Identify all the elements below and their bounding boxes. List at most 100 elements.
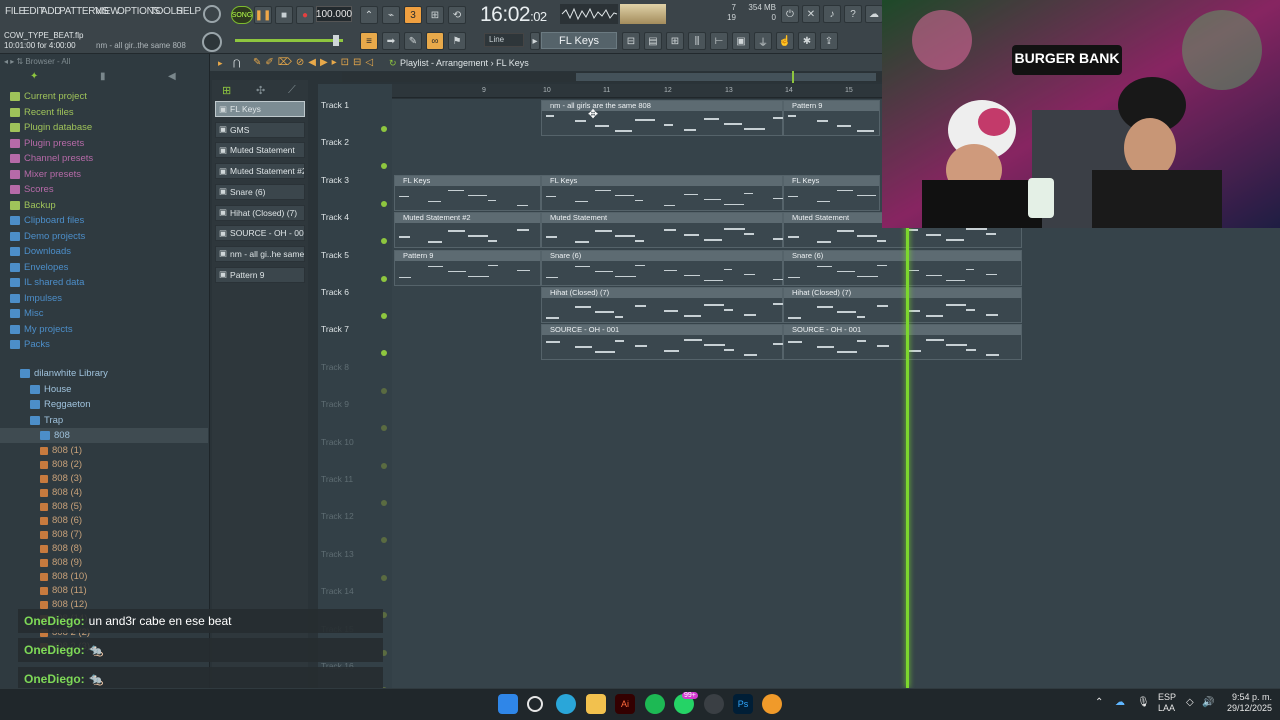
- arrangement-clip[interactable]: Pattern 9: [783, 100, 880, 136]
- browser-item[interactable]: My projects: [0, 322, 208, 337]
- link-icon[interactable]: ∞: [426, 32, 444, 50]
- picker-icon[interactable]: ⊞: [222, 84, 231, 97]
- wifi-icon[interactable]: ◇: [1186, 697, 1194, 708]
- tempo-knob-icon[interactable]: [203, 5, 221, 23]
- wait-icon[interactable]: ⌁: [382, 6, 400, 24]
- arrangement-clip[interactable]: Hihat (Closed) (7): [783, 287, 1022, 323]
- play-arrow-icon[interactable]: ▸: [530, 32, 540, 50]
- tools-icon[interactable]: ✕: [802, 5, 820, 23]
- channel-button[interactable]: ▣ Muted Statement: [215, 142, 305, 159]
- browser-file[interactable]: 808 (11): [0, 583, 208, 598]
- plug-icon[interactable]: ⏚: [754, 32, 772, 50]
- arrangement-clip[interactable]: Muted Statement #2: [394, 212, 541, 249]
- browser-file[interactable]: 808 (3): [0, 471, 208, 486]
- playlist-icon[interactable]: ≡: [360, 32, 378, 50]
- export-icon[interactable]: ⇪: [820, 32, 838, 50]
- breadcrumb-arrangement[interactable]: Playlist - Arrangement: [400, 58, 488, 68]
- track-name[interactable]: Track 7: [321, 324, 391, 360]
- arrangement-clip[interactable]: Snare (6): [783, 249, 1022, 286]
- browser-item[interactable]: Packs: [0, 337, 208, 352]
- step-icon[interactable]: ⊞: [426, 6, 444, 24]
- breadcrumb-pattern[interactable]: FL Keys: [496, 58, 529, 68]
- browser-item[interactable]: Channel presets: [0, 151, 208, 166]
- cloud-icon[interactable]: ☁: [865, 5, 883, 23]
- browser-folder[interactable]: Reggaeton: [0, 397, 208, 412]
- master-volume-slider[interactable]: [235, 39, 343, 42]
- arrangement-clip[interactable]: Hihat (Closed) (7): [541, 287, 788, 323]
- menu-help[interactable]: HELP: [176, 6, 201, 20]
- clock[interactable]: 9:54 p. m. 29/12/2025: [1220, 692, 1272, 714]
- channel-button[interactable]: ▣ Pattern 9: [215, 266, 305, 283]
- browser-item[interactable]: Envelopes: [0, 260, 208, 275]
- browser-nav-icon[interactable]: ◂ ▸ ⇅: [4, 57, 25, 66]
- browser-item[interactable]: Recent files: [0, 105, 208, 120]
- arrangement-clip[interactable]: SOURCE - OH - 001: [541, 324, 789, 361]
- browser-item[interactable]: Plugin database: [0, 120, 208, 135]
- track-mute-led[interactable]: [381, 313, 387, 319]
- arrangement-clip[interactable]: FL Keys: [783, 174, 880, 211]
- browser-file[interactable]: 808 (1): [0, 443, 208, 458]
- track-mute-led[interactable]: [381, 200, 387, 207]
- arrangement-clip[interactable]: FL Keys: [394, 174, 541, 211]
- track-mute-led[interactable]: [381, 275, 387, 282]
- snap-selector[interactable]: Line: [484, 33, 524, 47]
- edge-icon[interactable]: [556, 694, 576, 714]
- playlist-play-icon[interactable]: ↻: [389, 58, 397, 69]
- arrangement-clip[interactable]: nm - all girls are the same 808: [541, 100, 783, 136]
- piano-roll-icon[interactable]: ⊞: [666, 32, 684, 50]
- mixer-faders-icon[interactable]: ⫼: [688, 32, 706, 50]
- browser-folder[interactable]: dilanwhite Library: [0, 366, 208, 381]
- stamp-icon[interactable]: ⚑: [448, 32, 466, 50]
- photoshop-icon[interactable]: Ps: [733, 694, 753, 714]
- browser-item[interactable]: Downloads: [0, 244, 208, 259]
- onedrive-icon[interactable]: ☁: [1115, 697, 1125, 708]
- arrangement-clip[interactable]: FL Keys: [541, 174, 785, 211]
- browser-item[interactable]: IL shared data: [0, 275, 208, 290]
- pencil-icon[interactable]: ✎: [404, 32, 422, 50]
- file-explorer-icon[interactable]: [586, 694, 606, 714]
- arrangement-clip[interactable]: Pattern 9: [394, 249, 541, 286]
- magnet-icon[interactable]: ⋂: [233, 58, 240, 69]
- browser-item[interactable]: Misc: [0, 306, 208, 321]
- track-name[interactable]: Track 2: [321, 137, 391, 173]
- mixer-icon[interactable]: ⊟: [622, 32, 640, 50]
- channel-button[interactable]: ▣ FL Keys: [215, 101, 305, 117]
- tray-chevron-icon[interactable]: ⌃: [1095, 697, 1103, 708]
- volume-icon[interactable]: 🔊: [1202, 697, 1214, 708]
- play-pause-button[interactable]: ❚❚: [254, 6, 272, 24]
- channel-button[interactable]: ▣ Snare (6): [215, 183, 305, 200]
- browser-item[interactable]: Clipboard files: [0, 213, 208, 228]
- fl-studio-icon[interactable]: [762, 694, 782, 714]
- track-mute-led[interactable]: [381, 462, 387, 469]
- browser-file[interactable]: 808 (5): [0, 499, 208, 514]
- browser-file[interactable]: 808 (9): [0, 555, 208, 570]
- tempo-display[interactable]: 100.000: [316, 6, 352, 22]
- track-name[interactable]: Track 4: [321, 212, 391, 248]
- power-icon[interactable]: ⏻: [781, 5, 799, 23]
- channel-button[interactable]: ▣ SOURCE - OH - 001: [215, 225, 305, 242]
- browser-file[interactable]: 808 (6): [0, 513, 208, 528]
- track-mute-led[interactable]: [381, 500, 387, 506]
- master-pitch-knob-icon[interactable]: [202, 32, 222, 52]
- pattern-selector[interactable]: FL Keys: [541, 32, 617, 49]
- illustrator-icon[interactable]: Ai: [615, 694, 635, 714]
- arrangement-clip[interactable]: SOURCE - OH - 001: [783, 324, 1022, 361]
- mic-tray-icon[interactable]: 🎙: [1137, 697, 1150, 708]
- arrangement-clip[interactable]: Muted Statement: [541, 212, 786, 249]
- song-position-display[interactable]: 16:02:02: [480, 3, 552, 26]
- playlist-tools-icon[interactable]: ✎✐⌦⊘◀▶▸⊡⊟◁: [253, 57, 377, 68]
- track-mute-led[interactable]: [381, 387, 387, 394]
- browser-item[interactable]: Current project: [0, 89, 208, 104]
- playlist-arrow-icon[interactable]: ▸: [218, 58, 223, 69]
- file-icon[interactable]: ▮: [100, 71, 106, 82]
- browser-file[interactable]: 808 (8): [0, 541, 208, 556]
- slash-icon[interactable]: ⟋: [288, 84, 296, 97]
- record-button[interactable]: ●: [296, 6, 314, 24]
- mic-icon[interactable]: ♪: [823, 5, 841, 23]
- browser-folder[interactable]: 808: [0, 428, 208, 443]
- windows-start-icon[interactable]: [498, 694, 518, 714]
- channel-button[interactable]: ▣ GMS: [215, 121, 305, 138]
- obs-icon[interactable]: [704, 694, 724, 714]
- track-name[interactable]: Track 12: [321, 511, 391, 547]
- speaker-icon[interactable]: ◀: [168, 71, 176, 82]
